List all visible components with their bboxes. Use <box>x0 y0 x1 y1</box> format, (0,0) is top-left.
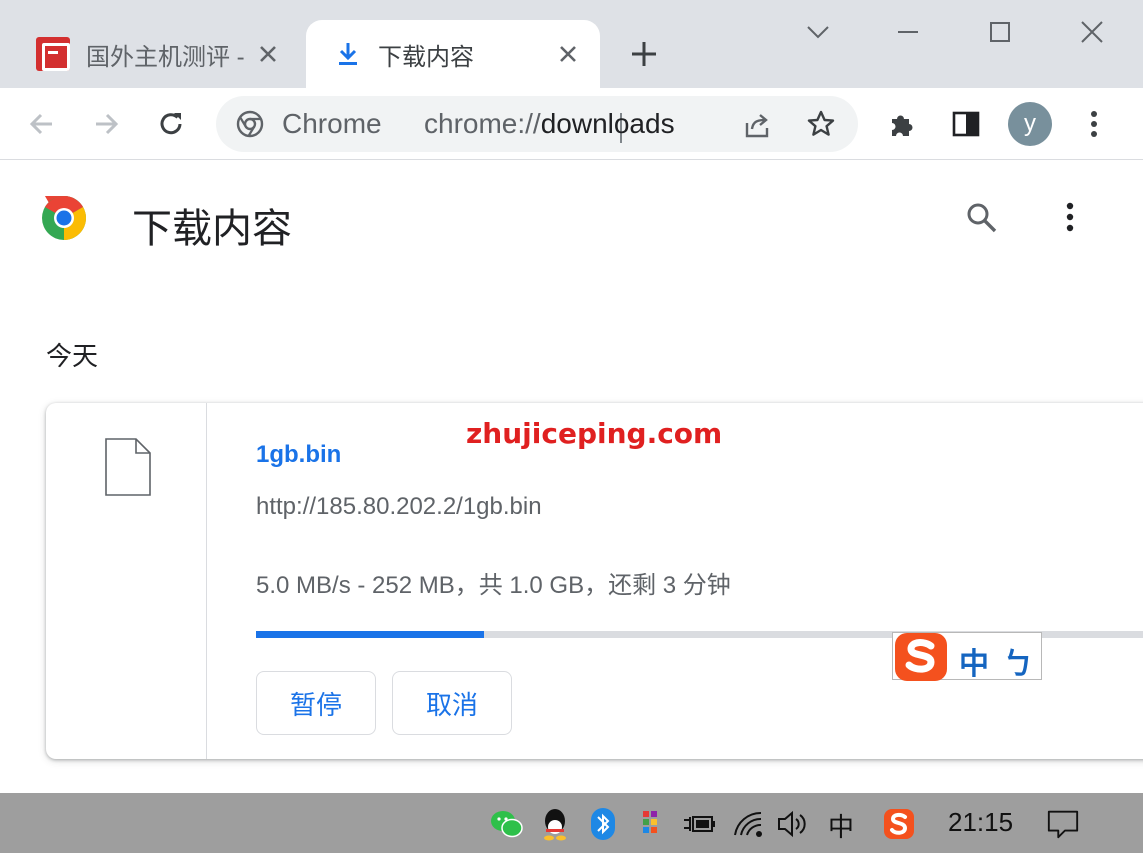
file-name-link[interactable]: 1gb.bin <box>256 441 341 469</box>
browser-toolbar: Chrome chrome://downloads y <box>0 88 1143 160</box>
watermark-text: zhujiceping.com <box>466 417 723 450</box>
side-panel-icon <box>952 111 980 137</box>
tab-title: 国外主机测评 - <box>86 43 245 71</box>
volume-icon[interactable] <box>776 807 810 841</box>
minimize-icon[interactable] <box>890 14 926 50</box>
omnibox[interactable]: Chrome chrome://downloads <box>216 96 858 152</box>
profile-avatar[interactable]: y <box>1008 102 1052 146</box>
url-scheme: chrome:// <box>424 108 541 139</box>
arrow-right-icon <box>96 113 119 135</box>
download-item-card: 1gb.bin zhujiceping.com http://185.80.20… <box>46 403 1143 759</box>
puzzle-piece-icon <box>892 115 913 136</box>
tab-search-chevron-down-icon[interactable] <box>800 14 836 50</box>
wechat-icon[interactable] <box>490 807 524 841</box>
extensions-button[interactable] <box>882 104 922 144</box>
card-divider <box>206 403 207 759</box>
download-status: 5.0 MB/s - 252 MB，共 1.0 GB，还剩 3 分钟 <box>256 572 731 599</box>
reload-icon <box>160 113 182 135</box>
bookmark-star-icon[interactable] <box>806 109 836 139</box>
tab-strip: 国外主机测评 - 下载内容 <box>0 0 1143 88</box>
tab-downloads[interactable]: 下载内容 <box>306 20 600 88</box>
arrow-left-icon <box>29 113 52 135</box>
wifi-icon[interactable] <box>732 807 766 841</box>
side-panel-button[interactable] <box>946 104 986 144</box>
tab-title: 下载内容 <box>378 43 474 71</box>
tab-zhujiceping[interactable]: 国外主机测评 - <box>0 20 300 88</box>
url-path: downloads <box>540 108 675 139</box>
ime-toolbar[interactable]: 中 ㄅ <box>892 632 1042 683</box>
pause-button[interactable]: 暂停 <box>256 671 376 735</box>
page-menu-more-vert-icon[interactable] <box>1052 198 1088 238</box>
back-button[interactable] <box>22 104 62 144</box>
date-header: 今天 <box>46 341 99 371</box>
omnibox-url[interactable]: chrome://downloads <box>424 108 675 140</box>
close-icon[interactable] <box>254 40 282 68</box>
input-mode-indicator[interactable]: 中 <box>828 807 854 844</box>
more-vert-icon <box>1091 111 1097 137</box>
battery-charging-icon[interactable] <box>682 807 716 841</box>
file-icon <box>105 438 151 496</box>
file-url: http://185.80.202.2/1gb.bin <box>256 493 542 520</box>
sogou-s-logo-icon <box>895 633 947 681</box>
close-icon[interactable] <box>554 40 582 68</box>
share-icon[interactable] <box>742 110 772 140</box>
browser-menu-button[interactable] <box>1074 104 1114 144</box>
cancel-button[interactable]: 取消 <box>392 671 512 735</box>
bluetooth-icon[interactable] <box>586 807 620 841</box>
ime-chinese-mode[interactable]: 中 <box>959 639 989 683</box>
search-icon[interactable] <box>964 200 1000 236</box>
taskbar-clock[interactable]: 21:15 <box>948 807 1013 838</box>
ime-punctuation-mode[interactable]: ㄅ <box>1003 639 1033 683</box>
chrome-logo-icon <box>42 196 86 240</box>
site-favicon-icon <box>36 37 70 71</box>
maximize-icon[interactable] <box>982 14 1018 50</box>
downloads-header: 下载内容 <box>0 160 1143 280</box>
new-tab-plus-icon[interactable] <box>626 36 662 72</box>
forward-button[interactable] <box>86 104 126 144</box>
omnibox-site-label: Chrome <box>282 108 382 139</box>
sogou-tray-icon[interactable] <box>882 807 916 841</box>
window-close-icon[interactable] <box>1074 14 1110 50</box>
download-icon <box>339 43 357 65</box>
download-progress-fill <box>256 631 484 638</box>
chrome-page-icon <box>236 110 264 138</box>
notification-center-icon[interactable] <box>1046 807 1080 841</box>
color-grid-app-icon[interactable] <box>634 807 668 841</box>
page-title: 下载内容 <box>132 207 292 251</box>
reload-button[interactable] <box>151 104 191 144</box>
taskbar: 中 21:15 <box>0 793 1143 853</box>
qq-penguin-icon[interactable] <box>538 807 572 841</box>
